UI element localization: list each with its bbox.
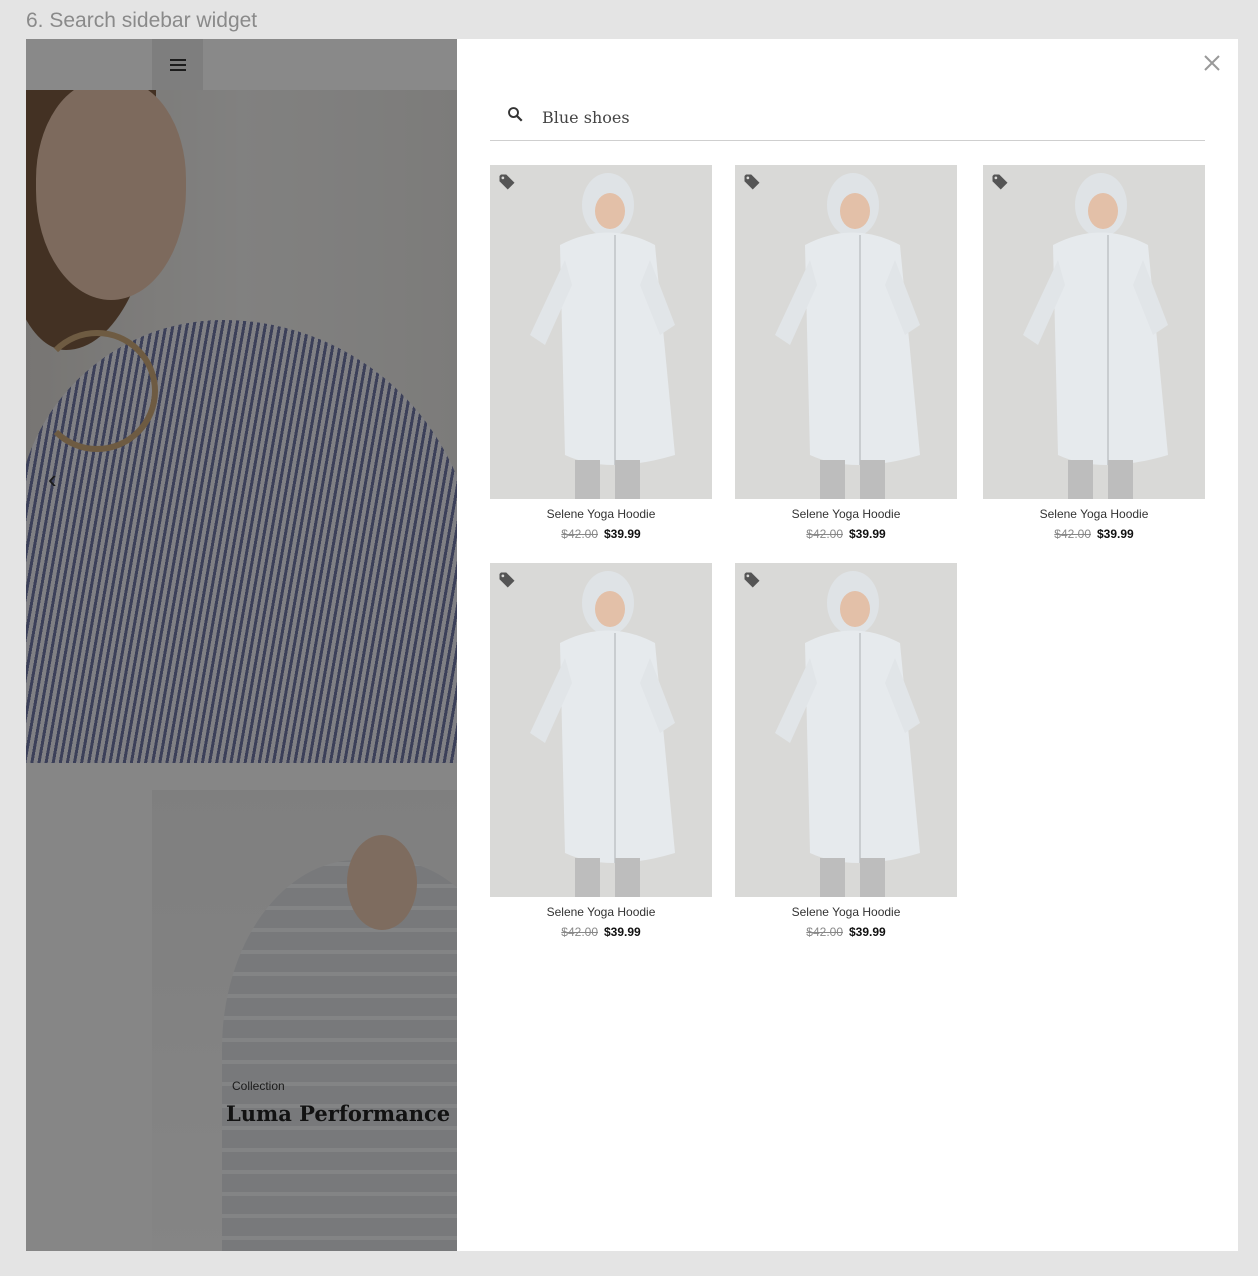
product-name[interactable]: Selene Yoga Hoodie bbox=[735, 905, 957, 919]
search-icon bbox=[508, 107, 523, 122]
product-name[interactable]: Selene Yoga Hoodie bbox=[983, 507, 1205, 521]
product-image[interactable] bbox=[735, 563, 957, 897]
product-card[interactable]: Selene Yoga Hoodie $42.00 $39.99 bbox=[983, 165, 1205, 541]
old-price: $42.00 bbox=[1054, 527, 1091, 541]
tag-icon bbox=[992, 174, 1008, 190]
tag-icon bbox=[744, 572, 760, 588]
product-price: $42.00 $39.99 bbox=[735, 925, 957, 939]
search-sidebar: Selene Yoga Hoodie$42.00$39.99Selene Yog… bbox=[457, 39, 1238, 1251]
product-image[interactable] bbox=[490, 165, 712, 499]
product-photo bbox=[490, 563, 712, 897]
product-card[interactable]: Selene Yoga Hoodie $42.00 $39.99 bbox=[490, 563, 712, 939]
sale-price: $39.99 bbox=[604, 527, 641, 541]
product-price: $42.00 $39.99 bbox=[490, 527, 712, 541]
search-bar bbox=[490, 99, 1205, 141]
dim-overlay[interactable] bbox=[26, 39, 457, 1251]
product-price: $42.00 $39.99 bbox=[735, 527, 957, 541]
close-button[interactable] bbox=[1200, 51, 1224, 75]
product-price: $42.00 $39.99 bbox=[983, 527, 1205, 541]
search-input[interactable] bbox=[540, 101, 1184, 133]
product-image[interactable] bbox=[490, 563, 712, 897]
product-photo bbox=[983, 165, 1205, 499]
product-name[interactable]: Selene Yoga Hoodie bbox=[490, 905, 712, 919]
background-page: ‹ Collection Luma Performance new c bbox=[26, 39, 457, 1251]
demo-frame: ‹ Collection Luma Performance new c Sele… bbox=[26, 39, 1238, 1251]
sale-price: $39.99 bbox=[849, 527, 886, 541]
sale-price: $39.99 bbox=[1097, 527, 1134, 541]
sale-price: $39.99 bbox=[849, 925, 886, 939]
old-price: $42.00 bbox=[806, 925, 843, 939]
tag-icon bbox=[744, 174, 760, 190]
product-card[interactable]: Selene Yoga Hoodie $42.00 $39.99 bbox=[735, 563, 957, 939]
section-title: 6. Search sidebar widget bbox=[26, 9, 258, 32]
product-photo bbox=[735, 165, 957, 499]
product-image[interactable] bbox=[983, 165, 1205, 499]
tag-icon bbox=[499, 174, 515, 190]
product-photo bbox=[735, 563, 957, 897]
product-name[interactable]: Selene Yoga Hoodie bbox=[735, 507, 957, 521]
product-card[interactable]: Selene Yoga Hoodie $42.00 $39.99 bbox=[490, 165, 712, 541]
product-name[interactable]: Selene Yoga Hoodie bbox=[490, 507, 712, 521]
product-photo bbox=[490, 165, 712, 499]
tag-icon bbox=[499, 572, 515, 588]
sale-price: $39.99 bbox=[604, 925, 641, 939]
old-price: $42.00 bbox=[806, 527, 843, 541]
product-price: $42.00 $39.99 bbox=[490, 925, 712, 939]
old-price: $42.00 bbox=[561, 925, 598, 939]
product-image[interactable] bbox=[735, 165, 957, 499]
product-card[interactable]: Selene Yoga Hoodie $42.00 $39.99 bbox=[735, 165, 957, 541]
old-price: $42.00 bbox=[561, 527, 598, 541]
close-icon bbox=[1204, 55, 1220, 71]
